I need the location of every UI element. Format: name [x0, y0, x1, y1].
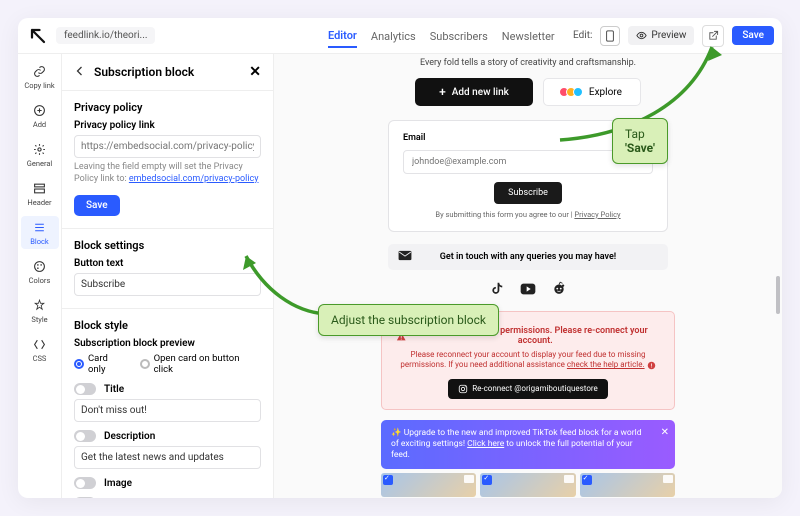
panel-header: Subscription block ✕: [62, 54, 273, 91]
feed-tiles: [381, 473, 675, 497]
upgrade-link[interactable]: Click here: [467, 439, 504, 449]
preview-label: Preview: [651, 30, 686, 41]
description-toggle[interactable]: [74, 430, 96, 442]
description-input[interactable]: [74, 446, 261, 469]
envelope-icon: [398, 250, 412, 264]
topbar: feedlink.io/theori... Editor Analytics S…: [18, 18, 782, 54]
rail-style[interactable]: Style: [21, 294, 59, 327]
title-toggle-label: Title: [104, 384, 124, 395]
rail-add[interactable]: Add: [21, 99, 59, 132]
preview-button[interactable]: Preview: [628, 26, 694, 45]
contact-bar[interactable]: Get in touch with any queries you may ha…: [388, 244, 668, 270]
add-link-button[interactable]: +Add new link: [415, 78, 533, 106]
external-link-icon: [708, 30, 719, 41]
panel-title: Subscription block: [94, 65, 194, 79]
callout-save: Tap 'Save': [612, 118, 668, 164]
social-row: [378, 280, 678, 299]
subscribe-button[interactable]: Subscribe: [494, 182, 562, 204]
description-toggle-label: Description: [104, 431, 155, 442]
feed-video-icon: [663, 475, 673, 483]
info-icon: !: [647, 361, 656, 370]
eye-icon: [636, 30, 647, 41]
image-toggle[interactable]: [74, 477, 96, 489]
rail-general[interactable]: General: [21, 138, 59, 171]
radio-card-only[interactable]: Card only: [74, 353, 128, 375]
radio-open-on-click[interactable]: Open card on button click: [140, 353, 261, 375]
upgrade-close-icon[interactable]: ✕: [661, 426, 669, 439]
rail-block[interactable]: Block: [21, 216, 59, 249]
feed-tile[interactable]: [381, 473, 476, 497]
save-button[interactable]: Save: [732, 26, 774, 45]
social-dots-icon: [562, 87, 583, 97]
instagram-icon: [458, 384, 468, 394]
left-rail: Copy link Add General Header Block Color…: [18, 54, 62, 498]
button-text-label: Button text: [74, 258, 261, 269]
tab-newsletter[interactable]: Newsletter: [502, 26, 555, 47]
feed-tile[interactable]: [480, 473, 575, 497]
button-text-input[interactable]: [74, 273, 261, 296]
feed-check-icon: [383, 475, 393, 485]
rail-css[interactable]: CSS: [21, 333, 59, 366]
tab-editor[interactable]: Editor: [328, 25, 357, 48]
back-icon[interactable]: [74, 65, 86, 80]
privacy-field-label: Privacy policy link: [74, 120, 261, 131]
feed-check-icon: [582, 475, 592, 485]
privacy-helper-link[interactable]: embedsocial.com/privacy-policy: [129, 174, 259, 184]
form-privacy-link[interactable]: Privacy Policy: [574, 210, 620, 219]
name-toggle[interactable]: [74, 497, 96, 498]
device-toggle[interactable]: [600, 26, 620, 46]
explore-button[interactable]: Explore: [543, 78, 641, 106]
upgrade-banner: ✨ Upgrade to the new and improved TikTok…: [381, 420, 675, 469]
open-external-button[interactable]: [702, 25, 724, 47]
privacy-save-button[interactable]: Save: [74, 195, 120, 216]
style-section-title: Block style: [74, 319, 261, 332]
tiktok-icon[interactable]: [490, 280, 504, 299]
preview-canvas: Every fold tells a story of creativity a…: [274, 54, 782, 498]
feed-tile[interactable]: [580, 473, 675, 497]
edit-label: Edit:: [573, 30, 592, 41]
privacy-section-title: Privacy policy: [74, 101, 261, 114]
rail-copy-link[interactable]: Copy link: [21, 60, 59, 93]
block-panel: Subscription block ✕ Privacy policy Priv…: [62, 54, 274, 498]
callout-adjust: Adjust the subscription block: [318, 304, 499, 336]
privacy-link-input[interactable]: [74, 135, 261, 158]
feed-check-icon: [482, 475, 492, 485]
title-input[interactable]: [74, 399, 261, 422]
tagline: Every fold tells a story of creativity a…: [378, 58, 678, 68]
breadcrumb[interactable]: feedlink.io/theori...: [56, 27, 155, 44]
scrollbar[interactable]: [776, 276, 780, 314]
privacy-helper: Leaving the field empty will set the Pri…: [74, 162, 261, 185]
feed-video-icon: [464, 475, 474, 483]
tab-subscribers[interactable]: Subscribers: [430, 26, 488, 47]
top-tabs: Editor Analytics Subscribers Newsletter: [328, 18, 555, 54]
reconnect-button[interactable]: Re-connect @origamiboutiquestore: [448, 379, 608, 399]
rail-header[interactable]: Header: [21, 177, 59, 210]
youtube-icon[interactable]: [520, 280, 536, 299]
feed-video-icon: [564, 475, 574, 483]
help-article-link[interactable]: check the help article.: [567, 360, 645, 369]
image-toggle-label: Image: [104, 478, 132, 489]
tab-analytics[interactable]: Analytics: [371, 26, 416, 47]
reddit-icon[interactable]: [552, 280, 566, 299]
form-note: By submitting this form you agree to our…: [403, 210, 653, 219]
preview-mode-label: Subscription block preview: [74, 338, 261, 349]
settings-section-title: Block settings: [74, 239, 261, 252]
rail-colors[interactable]: Colors: [21, 255, 59, 288]
app-logo: [26, 24, 50, 48]
title-toggle[interactable]: [74, 383, 96, 395]
close-icon[interactable]: ✕: [249, 64, 261, 80]
